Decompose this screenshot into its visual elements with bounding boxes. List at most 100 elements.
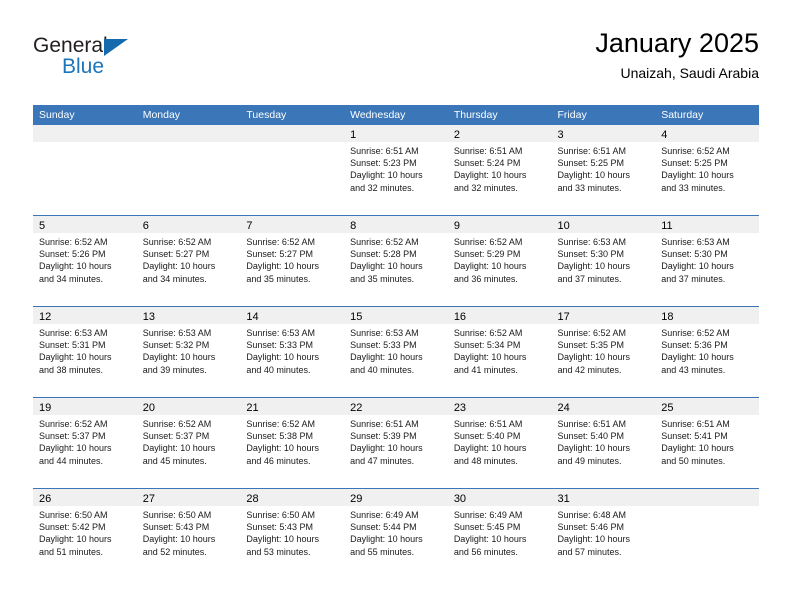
day-number: 16 <box>453 311 467 323</box>
sunset-time: Sunset: 5:46 PM <box>557 522 625 533</box>
calendar-day-cell[interactable]: 16 Sunrise: 6:52 AM Sunset: 5:34 PM Dayligh… <box>447 306 552 398</box>
daylight-duration-line2: and 35 minutes. <box>246 273 311 284</box>
day-number: 24 <box>557 402 570 414</box>
daylight-duration-line2: and 36 minutes. <box>453 273 518 284</box>
sunrise-time: Sunrise: 6:52 AM <box>246 237 315 247</box>
day-cell-details: Sunrise: 6:52 AM Sunset: 5:25 PM Daylight:… <box>655 142 759 194</box>
calendar-day-cell[interactable]: 27 Sunrise: 6:50 AM Sunset: 5:43 PM Dayligh… <box>136 488 241 579</box>
day-number-band: 28 <box>240 489 345 506</box>
day-cell-details: Sunrise: 6:52 AM Sunset: 5:37 PM Daylight:… <box>137 415 241 467</box>
title-block: January 2025 Unaizah, Saudi Arabia <box>595 26 759 84</box>
calendar-day-cell[interactable]: 28 Sunrise: 6:50 AM Sunset: 5:43 PM Dayligh… <box>240 488 345 579</box>
calendar-day-cell[interactable]: 15 Sunrise: 6:53 AM Sunset: 5:33 PM Dayligh… <box>344 306 448 398</box>
day-cell-inner <box>655 489 759 579</box>
logo-text-blue: Blue <box>62 55 105 78</box>
weekday-header-monday: Monday <box>136 105 241 125</box>
calendar-day-cell[interactable]: 30 Sunrise: 6:49 AM Sunset: 5:45 PM Dayligh… <box>447 488 552 579</box>
calendar-day-cell[interactable]: 23 Sunrise: 6:51 AM Sunset: 5:40 PM Dayligh… <box>447 397 552 489</box>
calendar-day-cell[interactable]: 21 Sunrise: 6:52 AM Sunset: 5:38 PM Dayligh… <box>240 397 345 489</box>
calendar-day-cell[interactable]: 29 Sunrise: 6:49 AM Sunset: 5:44 PM Dayligh… <box>344 488 448 579</box>
daylight-duration-line1: Daylight: 10 hours <box>661 352 734 363</box>
generalblue-logo[interactable]: General Blue <box>33 34 213 90</box>
sunrise-time: Sunrise: 6:51 AM <box>557 146 627 156</box>
day-number: 12 <box>39 311 52 323</box>
calendar-day-cell[interactable]: 19 Sunrise: 6:52 AM Sunset: 5:37 PM Dayligh… <box>33 397 137 489</box>
sunset-time: Sunset: 5:42 PM <box>39 522 106 533</box>
day-number-band: 10 <box>551 216 656 233</box>
calendar-day-cell[interactable]: 8 Sunrise: 6:52 AM Sunset: 5:28 PM Daylight… <box>344 215 448 307</box>
daylight-duration-line1: Daylight: 10 hours <box>350 352 423 363</box>
day-cell-details: Sunrise: 6:52 AM Sunset: 5:28 PM Daylight:… <box>344 233 448 285</box>
calendar-day-cell[interactable]: 25 Sunrise: 6:51 AM Sunset: 5:41 PM Dayligh… <box>655 397 759 489</box>
calendar-day-cell[interactable]: 20 Sunrise: 6:52 AM Sunset: 5:37 PM Dayligh… <box>136 397 241 489</box>
sunset-time: Sunset: 5:38 PM <box>246 431 313 442</box>
day-number: 8 <box>350 220 357 232</box>
day-number-band: 7 <box>240 216 345 233</box>
day-number-band <box>240 125 345 142</box>
calendar-body: 1 Sunrise: 6:51 AM Sunset: 5:23 PM Daylight… <box>33 125 759 579</box>
day-cell-inner: 7 Sunrise: 6:52 AM Sunset: 5:27 PM Daylight… <box>240 216 345 306</box>
day-number-band: 12 <box>33 307 137 324</box>
sunset-time: Sunset: 5:30 PM <box>557 249 625 260</box>
calendar-day-cell-empty <box>33 125 137 216</box>
daylight-duration-line2: and 39 minutes. <box>142 364 207 375</box>
sunset-time: Sunset: 5:39 PM <box>350 431 417 442</box>
calendar-day-cell[interactable]: 14 Sunrise: 6:53 AM Sunset: 5:33 PM Dayligh… <box>240 306 345 398</box>
calendar-day-cell[interactable]: 10 Sunrise: 6:53 AM Sunset: 5:30 PM Dayligh… <box>551 215 656 307</box>
day-number-band: 18 <box>655 307 759 324</box>
calendar-day-cell[interactable]: 11 Sunrise: 6:53 AM Sunset: 5:30 PM Dayligh… <box>655 215 759 307</box>
day-cell-inner: 14 Sunrise: 6:53 AM Sunset: 5:33 PM Dayligh… <box>240 307 345 397</box>
sunrise-time: Sunrise: 6:51 AM <box>453 419 523 429</box>
daylight-duration-line1: Daylight: 10 hours <box>453 352 527 363</box>
day-number-band: 1 <box>344 125 448 142</box>
sunrise-time: Sunrise: 6:52 AM <box>557 328 627 338</box>
daylight-duration-line1: Daylight: 10 hours <box>557 170 631 181</box>
calendar-day-cell[interactable]: 13 Sunrise: 6:53 AM Sunset: 5:32 PM Dayligh… <box>136 306 241 398</box>
day-number-band: 9 <box>447 216 552 233</box>
sunset-time: Sunset: 5:43 PM <box>246 522 313 533</box>
daylight-duration-line1: Daylight: 10 hours <box>246 261 319 272</box>
day-cell-details: Sunrise: 6:51 AM Sunset: 5:40 PM Daylight:… <box>448 415 552 467</box>
calendar-day-cell[interactable]: 31 Sunrise: 6:48 AM Sunset: 5:46 PM Dayligh… <box>551 488 656 579</box>
daylight-duration-line2: and 57 minutes. <box>557 546 622 557</box>
day-number: 25 <box>661 402 674 414</box>
sunrise-time: Sunrise: 6:53 AM <box>246 328 315 338</box>
calendar-day-cell[interactable]: 9 Sunrise: 6:52 AM Sunset: 5:29 PM Daylight… <box>447 215 552 307</box>
daylight-duration-line1: Daylight: 10 hours <box>350 261 423 272</box>
calendar-day-cell[interactable]: 24 Sunrise: 6:51 AM Sunset: 5:40 PM Dayligh… <box>551 397 656 489</box>
sunrise-time: Sunrise: 6:51 AM <box>350 419 419 429</box>
sunset-time: Sunset: 5:35 PM <box>557 340 625 351</box>
day-cell-inner: 29 Sunrise: 6:49 AM Sunset: 5:44 PM Dayligh… <box>344 489 448 579</box>
calendar-day-cell[interactable]: 2 Sunrise: 6:51 AM Sunset: 5:24 PM Daylight… <box>447 125 552 216</box>
calendar-day-cell[interactable]: 5 Sunrise: 6:52 AM Sunset: 5:26 PM Daylight… <box>33 215 137 307</box>
sunrise-time: Sunrise: 6:49 AM <box>350 510 419 520</box>
sunrise-time: Sunrise: 6:51 AM <box>350 146 419 156</box>
day-number-band: 8 <box>344 216 448 233</box>
sunset-time: Sunset: 5:40 PM <box>557 431 625 442</box>
day-cell-details: Sunrise: 6:52 AM Sunset: 5:36 PM Daylight:… <box>655 324 759 376</box>
calendar-day-cell[interactable]: 7 Sunrise: 6:52 AM Sunset: 5:27 PM Daylight… <box>240 215 345 307</box>
calendar-day-cell[interactable]: 18 Sunrise: 6:52 AM Sunset: 5:36 PM Dayligh… <box>655 306 759 398</box>
day-cell-inner: 5 Sunrise: 6:52 AM Sunset: 5:26 PM Daylight… <box>33 216 137 306</box>
sunset-time: Sunset: 5:24 PM <box>453 158 521 169</box>
day-number: 14 <box>246 311 259 323</box>
calendar-day-cell[interactable]: 17 Sunrise: 6:52 AM Sunset: 5:35 PM Dayligh… <box>551 306 656 398</box>
calendar-day-cell[interactable]: 12 Sunrise: 6:53 AM Sunset: 5:31 PM Dayligh… <box>33 306 137 398</box>
sunrise-time: Sunrise: 6:49 AM <box>453 510 523 520</box>
day-number-band: 15 <box>344 307 448 324</box>
day-number: 22 <box>350 402 363 414</box>
day-number: 28 <box>246 493 259 505</box>
calendar-day-cell[interactable]: 26 Sunrise: 6:50 AM Sunset: 5:42 PM Dayligh… <box>33 488 137 579</box>
calendar-day-cell[interactable]: 1 Sunrise: 6:51 AM Sunset: 5:23 PM Daylight… <box>344 125 448 216</box>
sunset-time: Sunset: 5:26 PM <box>39 249 106 260</box>
calendar-day-cell[interactable]: 6 Sunrise: 6:52 AM Sunset: 5:27 PM Daylight… <box>136 215 241 307</box>
calendar-day-cell[interactable]: 4 Sunrise: 6:52 AM Sunset: 5:25 PM Daylight… <box>655 125 759 216</box>
calendar-day-cell[interactable]: 22 Sunrise: 6:51 AM Sunset: 5:39 PM Dayligh… <box>344 397 448 489</box>
calendar-day-cell[interactable]: 3 Sunrise: 6:51 AM Sunset: 5:25 PM Daylight… <box>551 125 656 216</box>
day-cell-inner: 31 Sunrise: 6:48 AM Sunset: 5:46 PM Dayligh… <box>551 489 656 579</box>
daylight-duration-line2: and 48 minutes. <box>453 455 518 466</box>
sunrise-time: Sunrise: 6:52 AM <box>661 328 730 338</box>
daylight-duration-line1: Daylight: 10 hours <box>246 352 319 363</box>
sunset-time: Sunset: 5:27 PM <box>246 249 313 260</box>
daylight-duration-line2: and 47 minutes. <box>350 455 415 466</box>
